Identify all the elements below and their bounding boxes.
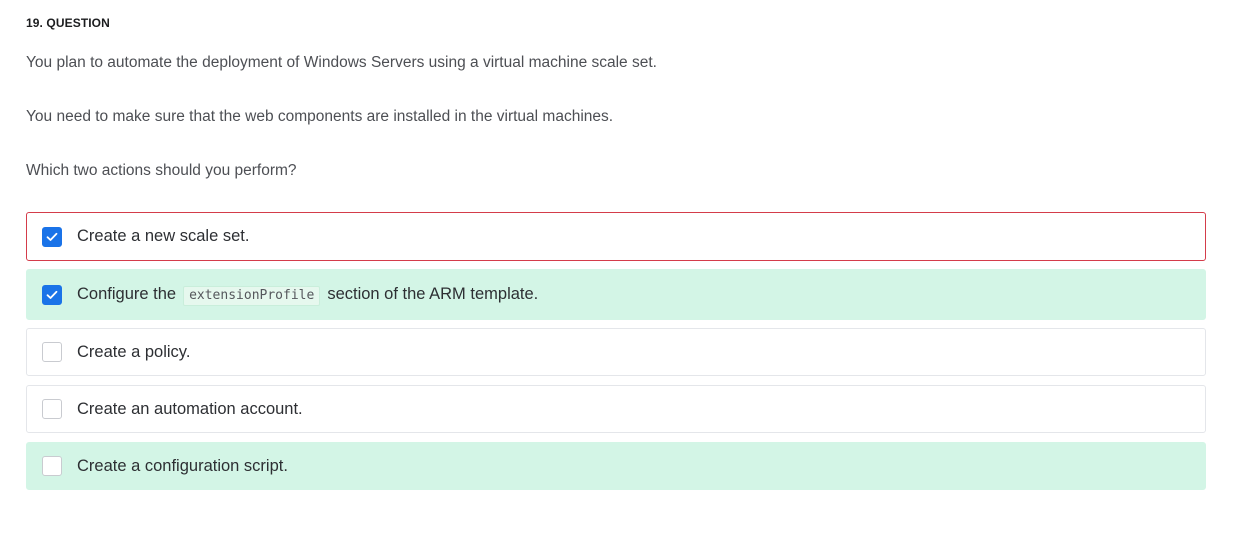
- answer-option-text-before: Configure the: [77, 285, 177, 303]
- answer-option-label: Create an automation account.: [77, 399, 303, 418]
- answer-option-label: Configure the extensionProfile section o…: [77, 285, 539, 306]
- question-number: 19. QUESTION: [26, 16, 110, 30]
- checkbox-unchecked-icon[interactable]: [42, 399, 62, 419]
- answer-option-5[interactable]: Create a configuration script.: [26, 442, 1206, 490]
- answer-option-4[interactable]: Create an automation account.: [26, 385, 1206, 433]
- answer-option-label: Create a new scale set.: [77, 227, 250, 245]
- inline-code: extensionProfile: [183, 285, 321, 306]
- checkbox-unchecked-icon[interactable]: [42, 456, 62, 476]
- checkbox-unchecked-icon[interactable]: [42, 342, 62, 362]
- question-paragraph-1: You plan to automate the deployment of W…: [26, 54, 657, 71]
- question-prompt: Which two actions should you perform?: [26, 162, 297, 179]
- answer-option-label: Create a configuration script.: [77, 456, 288, 475]
- answer-option-3[interactable]: Create a policy.: [26, 328, 1206, 376]
- answer-option-label: Create a policy.: [77, 342, 191, 361]
- checkbox-checked-icon[interactable]: [42, 284, 62, 305]
- question-paragraph-2: You need to make sure that the web compo…: [26, 108, 614, 125]
- answer-option-1[interactable]: Create a new scale set.: [26, 212, 1206, 261]
- checkbox-checked-icon[interactable]: [42, 226, 62, 247]
- answer-option-2[interactable]: Configure the extensionProfile section o…: [26, 269, 1206, 320]
- answer-option-text-after: section of the ARM template.: [327, 285, 539, 303]
